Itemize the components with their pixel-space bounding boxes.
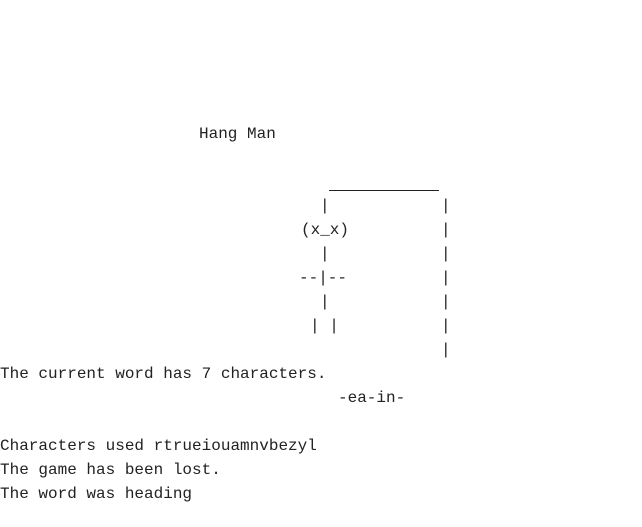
game-status-message: The game has been lost. (0, 461, 221, 479)
gallows-post-segment: | (441, 341, 451, 359)
answer-message: The word was heading (0, 485, 193, 503)
gallows-post-segment: | (441, 317, 451, 335)
hangman-head: (x_x) (301, 221, 350, 239)
hangman-legs: | | (310, 317, 339, 335)
hangman-body: | (320, 293, 330, 311)
gallows-post-segment: | (441, 245, 451, 263)
hangman-arms: --|-- (299, 269, 348, 287)
gallows-post-segment: | (441, 197, 451, 215)
hangman-rope: | (320, 197, 330, 215)
game-title: Hang Man (199, 125, 276, 143)
hangman-neck: | (320, 245, 330, 263)
masked-word: -ea-in- (338, 389, 406, 407)
gallows-post-segment: | (441, 293, 451, 311)
gallows-post-segment: | (441, 269, 451, 287)
characters-used-message: Characters used rtrueiouamnvbezyl (0, 437, 317, 455)
gallows-post-segment: | (441, 221, 451, 239)
gallows-top-beam (329, 190, 439, 191)
word-length-message: The current word has 7 characters. (0, 365, 327, 383)
